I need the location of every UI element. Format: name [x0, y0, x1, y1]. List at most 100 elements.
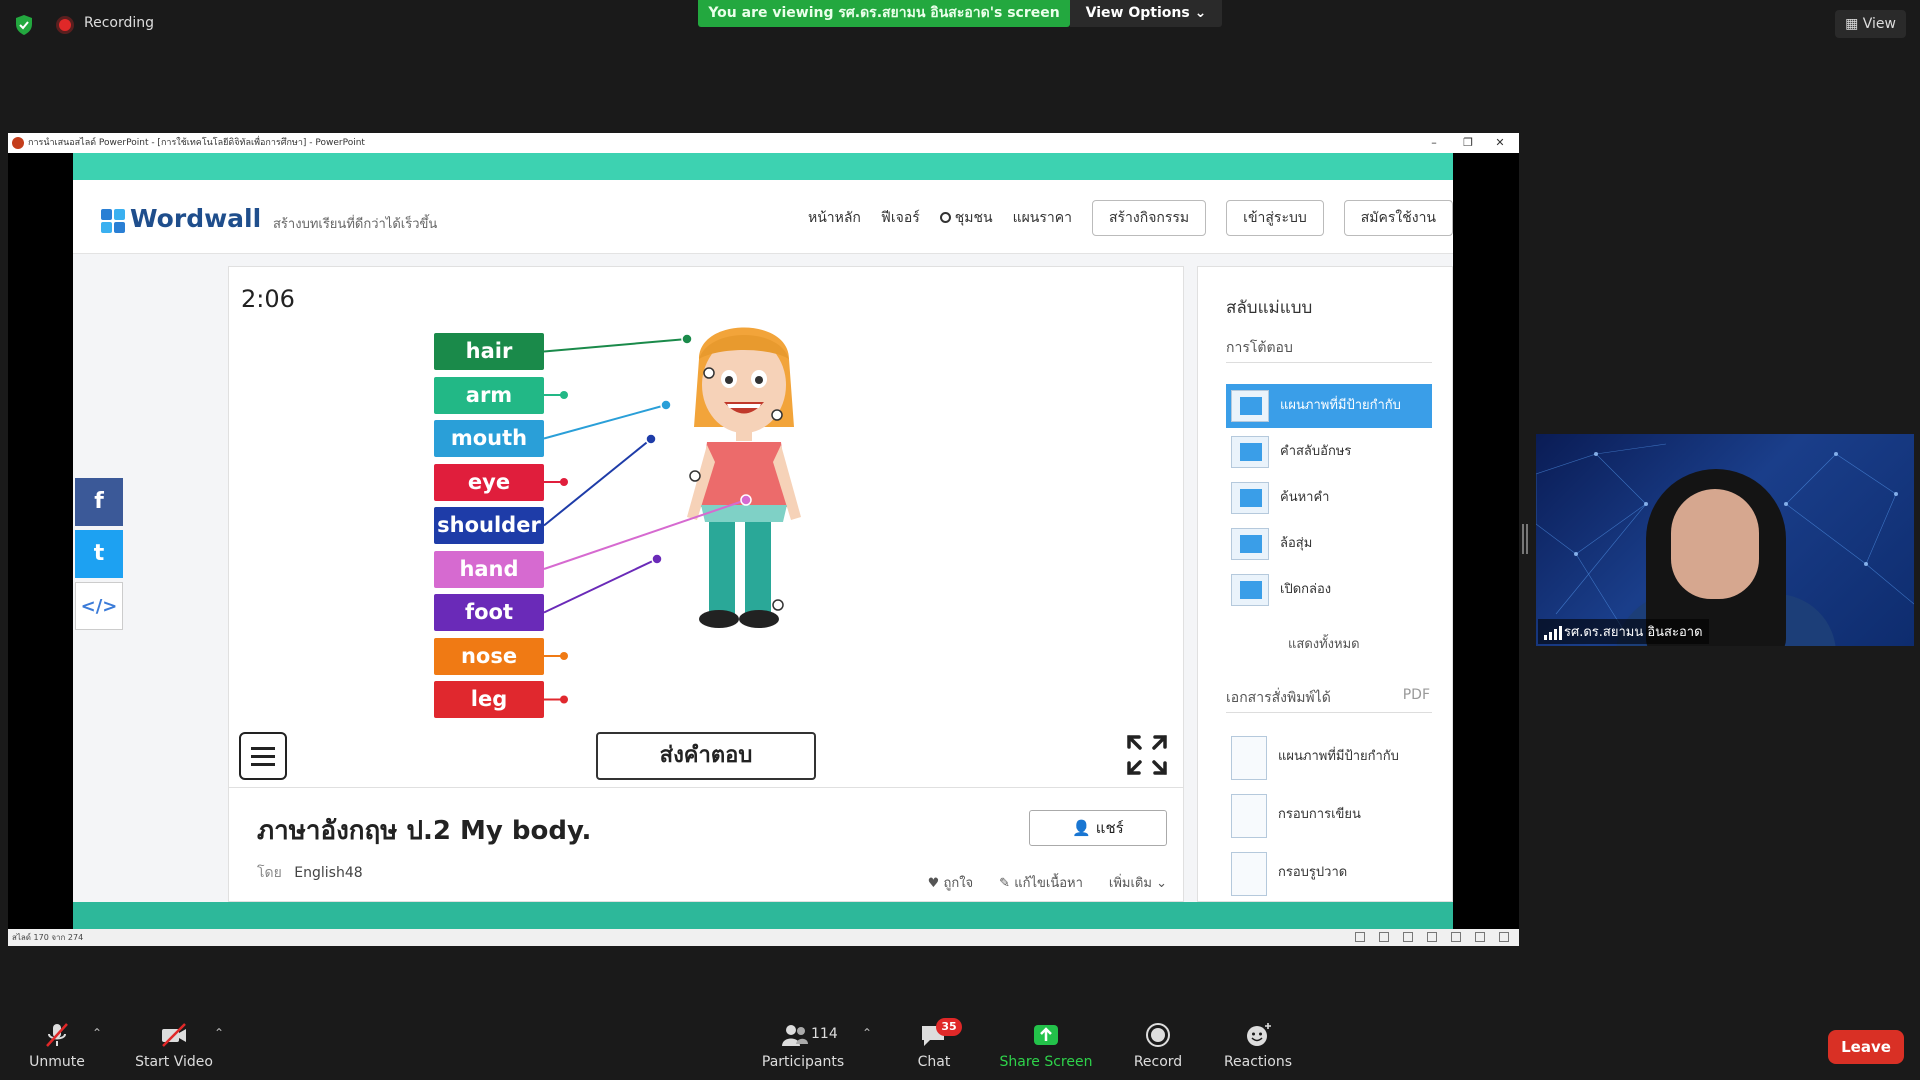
next-slide-icon[interactable] — [1403, 932, 1413, 942]
connector-endpoint — [660, 399, 672, 411]
unmute-button[interactable]: Unmute — [24, 1012, 90, 1080]
audio-options-caret[interactable]: ⌃ — [92, 1026, 102, 1040]
record-icon — [1146, 1023, 1170, 1047]
template-item[interactable]: คำสลับอักษร — [1226, 430, 1432, 474]
top-bar: Recording You are viewing รศ.ดร.สยามน อิ… — [0, 0, 1920, 50]
slideshow-icon[interactable] — [1499, 932, 1509, 942]
embed-code-icon[interactable]: </> — [75, 582, 123, 630]
more-label: เพิ่มเติม — [1108, 876, 1152, 891]
like-button[interactable]: ♥ ถูกใจ — [928, 872, 974, 893]
powerpoint-icon — [12, 137, 24, 149]
view-options-button[interactable]: View Options ⌄ — [1070, 0, 1222, 27]
minimize-icon[interactable]: – — [1419, 133, 1449, 153]
nav-community[interactable]: ชุมชน — [939, 200, 993, 236]
by-label: โดย — [257, 865, 282, 881]
participant-name-tag: รศ.ดร.สยามน อินสะอาด — [1538, 619, 1709, 644]
normal-view-icon[interactable] — [1427, 932, 1437, 942]
template-item[interactable]: ล้อสุ่ม — [1226, 522, 1432, 566]
record-button[interactable]: Record — [1128, 1012, 1188, 1080]
word-label-eye[interactable]: eye — [434, 463, 544, 501]
zoom-meeting-window: Recording You are viewing รศ.ดร.สยามน อิ… — [0, 0, 1920, 1080]
view-button[interactable]: ▦ View — [1835, 10, 1906, 38]
twitter-icon[interactable]: t — [75, 530, 123, 578]
person-face — [1671, 489, 1759, 599]
slide-sorter-icon[interactable] — [1451, 932, 1461, 942]
close-icon[interactable]: ✕ — [1485, 133, 1515, 153]
login-button[interactable]: เข้าสู่ระบบ — [1226, 200, 1324, 236]
search-icon — [939, 212, 951, 223]
reactions-button[interactable]: Reactions — [1220, 1012, 1296, 1080]
printable-section-label: เอกสารสั่งพิมพ์ได้ — [1226, 690, 1331, 706]
chat-button[interactable]: 35 Chat — [904, 1012, 964, 1080]
share-screen-button[interactable]: Share Screen — [996, 1012, 1096, 1080]
printable-item[interactable]: กรอบการเขียน — [1226, 790, 1432, 840]
printable-item[interactable]: แผนภาพที่มีป้ายกำกับ — [1226, 732, 1432, 782]
more-button[interactable]: เพิ่มเติม ⌄ — [1109, 872, 1167, 893]
submit-answers-button[interactable]: ส่งคำตอบ — [596, 732, 816, 780]
word-label-hair[interactable]: hair — [434, 333, 544, 370]
participants-icon: 114 — [773, 1022, 838, 1048]
start-video-button[interactable]: Start Video — [134, 1012, 214, 1080]
participant-video-tile[interactable]: รศ.ดร.สยามน อินสะอาด — [1536, 434, 1914, 646]
show-all-link[interactable]: แสดงทั้งหมด — [1288, 633, 1360, 654]
template-label: คำสลับอักษร — [1280, 444, 1352, 459]
prev-slide-icon[interactable] — [1355, 932, 1365, 942]
template-thumbnail-icon — [1231, 390, 1269, 422]
author-row: โดย English48 — [257, 862, 363, 884]
facebook-icon[interactable]: f — [75, 478, 123, 526]
connector-handle — [560, 695, 568, 704]
share-button[interactable]: 👤 แชร์ — [1029, 810, 1167, 846]
wordwall-header: Wordwall สร้างบทเรียนที่ดีกว่าได้เร็วขึ้… — [73, 180, 1453, 254]
word-label-shoulder[interactable]: shoulder — [434, 507, 544, 544]
connector-line — [543, 438, 652, 527]
author-link[interactable]: English48 — [294, 865, 362, 881]
wordwall-logo-icon[interactable] — [101, 209, 125, 233]
resize-handle[interactable] — [1522, 524, 1528, 554]
edit-content-button[interactable]: ✎ แก้ไขเนื้อหา — [999, 872, 1083, 893]
share-screen-label: Share Screen — [999, 1054, 1093, 1070]
wordwall-logo[interactable]: Wordwall — [130, 204, 261, 233]
word-label-leg[interactable]: leg — [434, 681, 544, 718]
shield-icon[interactable] — [14, 14, 34, 36]
restore-icon[interactable]: ❐ — [1453, 133, 1483, 153]
unmute-label: Unmute — [29, 1054, 85, 1070]
participants-button[interactable]: 114 Participants — [760, 1012, 846, 1080]
word-label-mouth[interactable]: mouth — [434, 420, 544, 457]
document-thumbnail-icon — [1231, 736, 1267, 780]
word-label-arm[interactable]: arm — [434, 376, 544, 414]
template-item[interactable]: แผนภาพที่มีป้ายกำกับ — [1226, 384, 1432, 428]
connector-handle — [560, 478, 568, 486]
heart-icon: ♥ — [927, 876, 940, 891]
create-activity-button[interactable]: สร้างกิจกรรม — [1091, 200, 1207, 236]
participants-options-caret[interactable]: ⌃ — [862, 1026, 872, 1040]
fullscreen-icon[interactable] — [1125, 733, 1169, 777]
grid-icon: ▦ — [1845, 16, 1859, 32]
video-options-caret[interactable]: ⌃ — [214, 1026, 224, 1040]
template-item[interactable]: เปิดกล่อง — [1226, 568, 1432, 612]
template-item[interactable]: ค้นหาคำ — [1226, 476, 1432, 520]
empty-target-dot — [772, 599, 784, 611]
menu-icon[interactable] — [239, 732, 287, 780]
nav-home[interactable]: หน้าหลัก — [808, 200, 861, 236]
template-thumbnail-icon — [1231, 482, 1269, 514]
nav-pricing[interactable]: แผนราคา — [1013, 200, 1072, 236]
user-icon: 👤 — [1072, 819, 1091, 837]
main-nav: หน้าหลัก ฟีเจอร์ ชุมชน แผนราคา สร้างกิจก… — [808, 200, 1453, 236]
chat-badge: 35 — [936, 1018, 962, 1036]
notes-icon[interactable] — [1379, 932, 1389, 942]
word-label-nose[interactable]: nose — [434, 637, 544, 675]
leave-button[interactable]: Leave — [1828, 1030, 1904, 1064]
connector-endpoint — [681, 333, 693, 345]
signup-button[interactable]: สมัครใช้งาน — [1343, 200, 1453, 236]
word-label-hand[interactable]: hand — [434, 550, 544, 588]
recording-label: Recording — [84, 15, 155, 31]
share-label: แชร์ — [1095, 819, 1124, 837]
nav-features[interactable]: ฟีเจอร์ — [881, 200, 920, 236]
slide-counter: สไลด์ 170 จาก 274 — [12, 933, 84, 942]
reactions-label: Reactions — [1223, 1054, 1293, 1070]
signal-icon — [1544, 626, 1562, 640]
printable-item[interactable]: กรอบรูปวาด — [1226, 848, 1432, 898]
word-label-foot[interactable]: foot — [434, 594, 544, 631]
record-label: Record — [1133, 1054, 1183, 1070]
reading-view-icon[interactable] — [1475, 932, 1485, 942]
